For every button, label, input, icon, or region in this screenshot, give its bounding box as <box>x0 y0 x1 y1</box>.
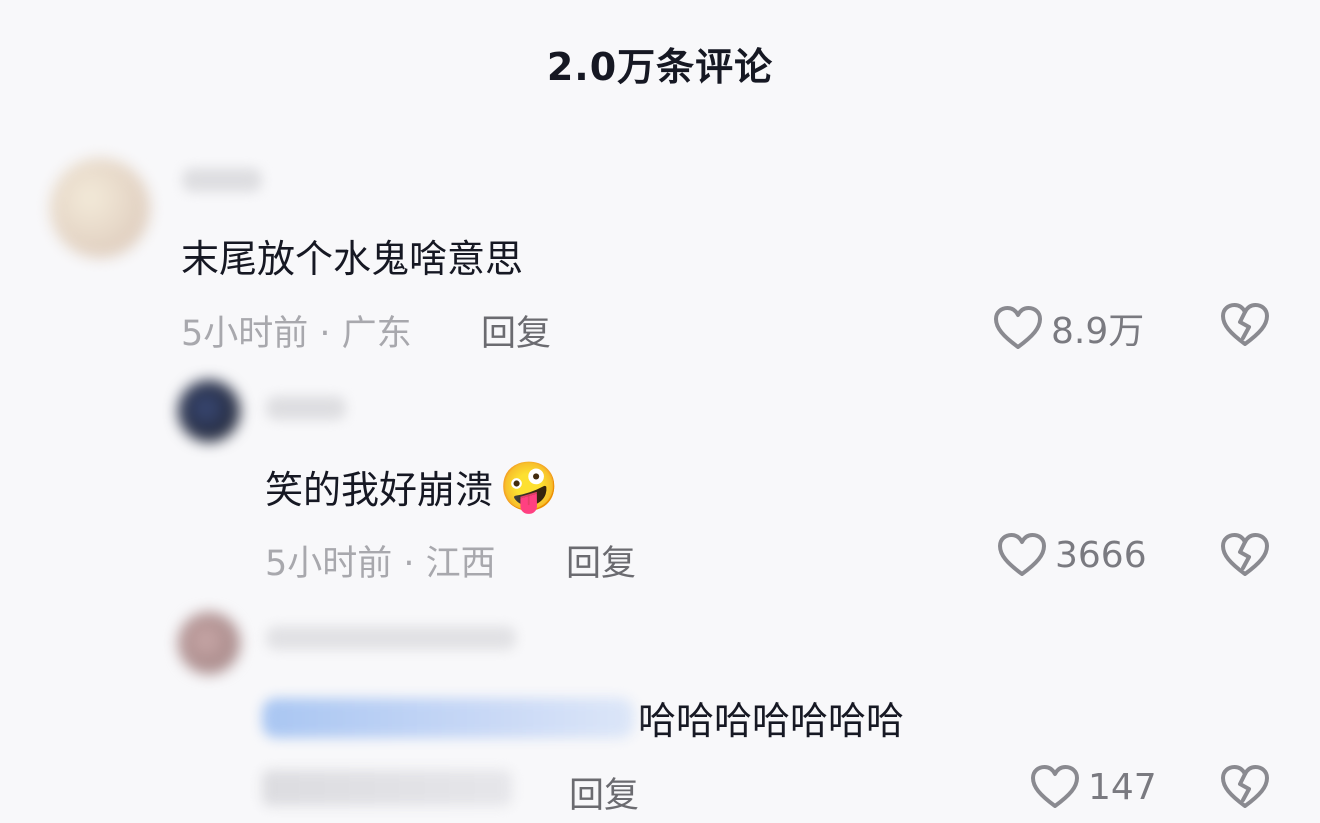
username-blurred[interactable] <box>266 396 346 420</box>
like-button[interactable]: 3666 <box>997 532 1147 578</box>
broken-heart-icon <box>1221 765 1269 808</box>
username-blurred[interactable] <box>266 626 516 650</box>
heart-outline-icon <box>1031 765 1079 808</box>
comment-text-content: 末尾放个水鬼啥意思 <box>181 237 524 281</box>
broken-heart-icon <box>1221 533 1269 576</box>
like-count: 8.9万 <box>1051 311 1145 352</box>
comment-text: 笑的我好崩溃 🤪 <box>265 458 559 515</box>
avatar[interactable] <box>178 380 240 442</box>
reply-button[interactable]: 回复 <box>481 305 551 356</box>
comment-text: 哈哈哈哈哈哈哈 <box>262 690 904 745</box>
heart-outline-icon <box>998 533 1046 576</box>
dislike-button[interactable] <box>1220 532 1270 582</box>
comment-time-location: 5小时前 · 广东 <box>181 314 412 354</box>
avatar[interactable] <box>178 612 240 674</box>
dislike-button[interactable] <box>1220 302 1270 352</box>
mention-blurred[interactable] <box>262 697 634 738</box>
dislike-button[interactable] <box>1220 764 1270 814</box>
like-button[interactable]: 147 <box>1030 764 1157 810</box>
like-count: 147 <box>1088 766 1157 808</box>
username-blurred[interactable] <box>182 168 262 192</box>
like-button[interactable]: 8.9万 <box>993 302 1144 354</box>
reply-button[interactable]: 回复 <box>569 767 639 818</box>
comment-text: 末尾放个水鬼啥意思 <box>181 228 523 283</box>
crazy-face-emoji-icon: 🤪 <box>499 459 559 515</box>
comment-text-content: 哈哈哈哈哈哈哈 <box>638 699 905 743</box>
comment-text-content: 笑的我好崩溃 <box>265 468 494 512</box>
comment-time-location: 5小时前 · 江西 <box>265 544 496 584</box>
reply-button[interactable]: 回复 <box>566 535 636 586</box>
comment-time-location-blurred <box>262 770 512 806</box>
comment-count-title: 2.0万条评论 <box>546 45 774 89</box>
heart-outline-icon <box>994 306 1042 349</box>
like-count: 3666 <box>1055 534 1147 576</box>
broken-heart-icon <box>1221 303 1269 346</box>
avatar[interactable] <box>50 158 150 258</box>
